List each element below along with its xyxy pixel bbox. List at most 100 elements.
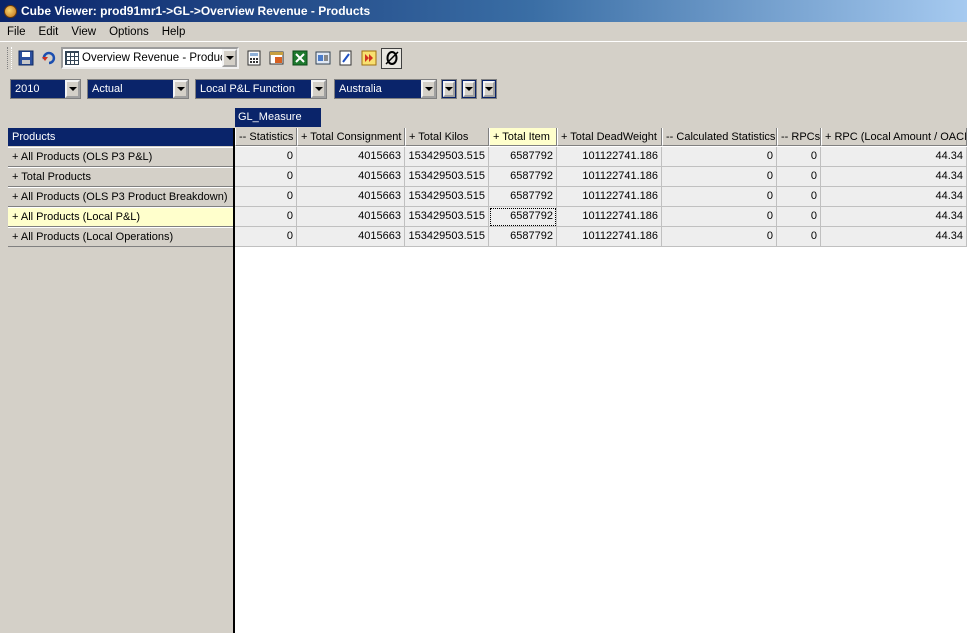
export-excel-button[interactable] <box>289 48 310 69</box>
menu-options[interactable]: Options <box>102 26 155 38</box>
window-title: Cube Viewer: prod91mr1->GL->Overview Rev… <box>21 4 371 18</box>
grid-cell[interactable]: 0 <box>235 207 297 227</box>
title-dim-extra-2[interactable] <box>461 79 477 99</box>
grid-cell[interactable]: 44.34 <box>821 227 967 247</box>
grid-cell[interactable]: 101122741.186 <box>557 187 662 207</box>
row-header[interactable]: + All Products (Local P&L) <box>8 207 233 227</box>
chevron-down-icon[interactable] <box>443 81 455 97</box>
grid-cell[interactable]: 0 <box>662 167 777 187</box>
cube-viewer-icon <box>4 4 17 18</box>
grid-cell[interactable]: 0 <box>235 227 297 247</box>
grid-cell[interactable]: 4015663 <box>297 207 405 227</box>
grid-cell[interactable]: 6587792 <box>489 187 557 207</box>
column-header[interactable]: -- Statistics <box>235 128 297 146</box>
toolbar-grip[interactable] <box>7 47 12 69</box>
row-header[interactable]: + All Products (Local Operations) <box>8 227 233 247</box>
grid-cell[interactable]: 6587792 <box>489 207 557 227</box>
row-header[interactable]: + All Products (OLS P3 Product Breakdown… <box>8 187 233 207</box>
chevron-down-icon[interactable] <box>173 80 188 98</box>
calculator-button[interactable] <box>243 48 264 69</box>
row-dimension-header[interactable]: Products <box>8 128 233 146</box>
column-header[interactable]: + Total DeadWeight <box>557 128 662 146</box>
toolbar: Overview Revenue - Product <box>0 43 967 73</box>
save-icon <box>18 50 33 66</box>
grid-cell[interactable]: 44.34 <box>821 187 967 207</box>
chevron-down-icon[interactable] <box>483 81 495 97</box>
grid-cell[interactable]: 101122741.186 <box>557 207 662 227</box>
grid-cell[interactable]: 153429503.515 <box>405 187 489 207</box>
column-header[interactable]: + RPC (Local Amount / OACN <box>821 128 967 146</box>
window-titlebar[interactable]: Cube Viewer: prod91mr1->GL->Overview Rev… <box>0 0 967 22</box>
menu-help[interactable]: Help <box>155 26 192 38</box>
grid-cell[interactable]: 101122741.186 <box>557 147 662 167</box>
menu-file[interactable]: File <box>0 26 32 38</box>
grid-cell[interactable]: 0 <box>662 207 777 227</box>
grid-cell[interactable]: 0 <box>777 207 821 227</box>
column-header[interactable]: + Total Item <box>489 128 557 146</box>
grid-cell[interactable]: 101122741.186 <box>557 227 662 247</box>
chevron-down-icon[interactable] <box>65 80 80 98</box>
grid-cell[interactable]: 4015663 <box>297 147 405 167</box>
grid-cell[interactable]: 44.34 <box>821 147 967 167</box>
forward-button[interactable] <box>358 48 379 69</box>
grid-cell[interactable]: 0 <box>662 187 777 207</box>
view-name: Overview Revenue - Product <box>82 52 222 64</box>
grid-cell[interactable]: 0 <box>235 187 297 207</box>
calculator-icon <box>247 50 260 66</box>
column-header[interactable]: + Total Kilos <box>405 128 489 146</box>
chevron-down-icon[interactable] <box>311 80 326 98</box>
view-selector[interactable]: Overview Revenue - Product <box>61 47 239 69</box>
zero-suppress-button[interactable] <box>381 47 402 69</box>
column-header[interactable]: -- Calculated Statistics <box>662 128 777 146</box>
chevron-down-icon[interactable] <box>421 80 436 98</box>
menu-edit[interactable]: Edit <box>32 26 65 38</box>
menu-bar: File Edit View Options Help <box>0 22 967 42</box>
title-dim-extra-1[interactable] <box>441 79 457 99</box>
title-dim-extra-3[interactable] <box>481 79 497 99</box>
cube-button[interactable] <box>266 48 287 69</box>
grid-cell[interactable]: 44.34 <box>821 167 967 187</box>
title-dim-version[interactable]: Actual <box>87 79 189 99</box>
grid-cell[interactable]: 153429503.515 <box>405 227 489 247</box>
grid-cell[interactable]: 0 <box>235 147 297 167</box>
grid-cell[interactable]: 0 <box>777 227 821 247</box>
title-dim-function[interactable]: Local P&L Function <box>195 79 327 99</box>
column-dimension-tab[interactable]: GL_Measure <box>235 108 321 127</box>
grid-cell[interactable]: 0 <box>777 147 821 167</box>
grid-cell[interactable]: 4015663 <box>297 187 405 207</box>
zero-suppress-icon <box>384 51 399 65</box>
grid-cell[interactable]: 6587792 <box>489 147 557 167</box>
forward-icon <box>361 50 376 66</box>
recalculate-button[interactable] <box>38 48 59 69</box>
edit-icon <box>339 50 351 66</box>
grid-cell[interactable]: 4015663 <box>297 167 405 187</box>
title-dim-year[interactable]: 2010 <box>10 79 81 99</box>
cube-icon <box>269 51 283 65</box>
title-dim-region[interactable]: Australia <box>334 79 437 99</box>
grid-cell[interactable]: 153429503.515 <box>405 147 489 167</box>
column-header[interactable]: -- RPCs <box>777 128 821 146</box>
grid-cell[interactable]: 4015663 <box>297 227 405 247</box>
column-header[interactable]: + Total Consignment <box>297 128 405 146</box>
grid-cell[interactable]: 6587792 <box>489 227 557 247</box>
row-header[interactable]: + All Products (OLS P3 P&L) <box>8 147 233 167</box>
grid-cell[interactable]: 101122741.186 <box>557 167 662 187</box>
recalc-icon <box>41 51 55 65</box>
menu-view[interactable]: View <box>64 26 102 38</box>
sandbox-button[interactable] <box>312 48 333 69</box>
grid-cell[interactable]: 44.34 <box>821 207 967 227</box>
title-dimensions-bar: 2010 Actual Local P&L Function Australia <box>0 78 967 100</box>
save-button[interactable] <box>15 48 36 69</box>
chevron-down-icon[interactable] <box>463 81 475 97</box>
view-dropdown-arrow[interactable] <box>222 49 237 67</box>
grid-cell[interactable]: 0 <box>235 167 297 187</box>
edit-button[interactable] <box>335 48 356 69</box>
grid-cell[interactable]: 0 <box>662 147 777 167</box>
grid-cell[interactable]: 0 <box>777 187 821 207</box>
row-header[interactable]: + Total Products <box>8 167 233 187</box>
grid-cell[interactable]: 0 <box>777 167 821 187</box>
grid-cell[interactable]: 153429503.515 <box>405 207 489 227</box>
grid-cell[interactable]: 153429503.515 <box>405 167 489 187</box>
grid-cell[interactable]: 6587792 <box>489 167 557 187</box>
grid-cell[interactable]: 0 <box>662 227 777 247</box>
